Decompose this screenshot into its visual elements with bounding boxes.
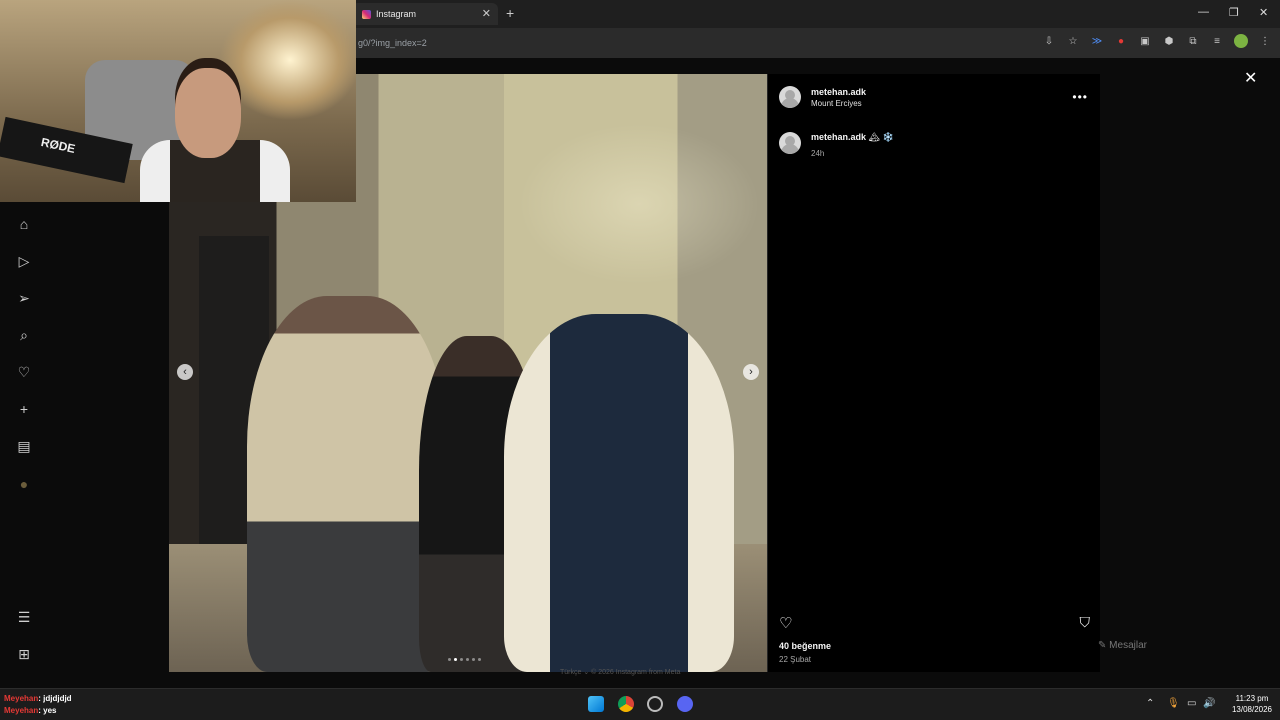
media-control-icon[interactable]: ≡	[1210, 34, 1224, 48]
like-heart-icon[interactable]: ♡	[779, 614, 792, 632]
extension-shield-icon[interactable]: ⬢	[1162, 34, 1176, 48]
instagram-favicon-icon	[362, 9, 371, 19]
tab-close-icon[interactable]: ✕	[482, 7, 491, 20]
caption-time: 24h	[811, 149, 825, 158]
carousel-dot	[454, 658, 457, 661]
carousel-dot	[466, 658, 469, 661]
caption-username[interactable]: metehan.adk	[811, 132, 866, 142]
chat-message: Meyehan: jdjdjdjd	[4, 694, 72, 703]
clock-time: 11:23 pm	[1235, 694, 1269, 703]
webcam-streamer-head	[175, 68, 241, 158]
clock-date: 13/08/2026	[1231, 705, 1272, 714]
extension-audio-icon[interactable]: ≫	[1090, 34, 1104, 48]
stream-chat-overlay: Meyehan: jdjdjdjd Meyehan: yes	[4, 693, 72, 717]
caption-text: 🏔 ❄️	[868, 132, 894, 142]
author-username[interactable]: metehan.adk	[811, 87, 866, 97]
reels-icon[interactable]: ▷	[16, 253, 32, 269]
chrome-icon[interactable]	[618, 696, 634, 712]
carousel-dot	[448, 658, 451, 661]
extensions-puzzle-icon[interactable]: ⧉	[1186, 34, 1200, 48]
next-image-button[interactable]: ›	[743, 364, 759, 380]
window-close-button[interactable]: ✕	[1259, 6, 1268, 19]
windows-taskbar: Meyehan: jdjdjdjd Meyehan: yes ⌃ 🎙 ▭ 🔊 1…	[0, 688, 1280, 720]
toolbar-icons: ⇩ ☆ ≫ ● ▣ ⬢ ⧉ ≡ ⋮	[1042, 34, 1272, 48]
extension-red-icon[interactable]: ●	[1114, 34, 1128, 48]
extension-window-icon[interactable]: ▣	[1138, 34, 1152, 48]
home-icon[interactable]: ⌂	[16, 216, 32, 232]
save-bookmark-icon[interactable]: ⛉	[1080, 614, 1091, 631]
page-footer: Türkçe ⌄ © 2026 Instagram from Meta	[560, 669, 681, 676]
bookmark-star-icon[interactable]: ☆	[1066, 34, 1080, 48]
new-tab-button[interactable]: +	[506, 5, 514, 21]
previous-image-button[interactable]: ‹	[177, 364, 193, 380]
system-clock[interactable]: 11:23 pm 13/08/2026	[1232, 693, 1272, 715]
post-side-panel: metehan.adk Mount Erciyes ••• metehan.ad…	[767, 74, 1100, 672]
minimize-button[interactable]: —	[1198, 6, 1209, 18]
post-location[interactable]: Mount Erciyes	[811, 99, 866, 108]
chat-message: Meyehan: yes	[4, 706, 57, 715]
create-icon[interactable]: +	[16, 401, 32, 417]
microphone-icon[interactable]: 🎙	[1167, 698, 1180, 709]
close-modal-button[interactable]: ✕	[1244, 68, 1257, 88]
direct-icon[interactable]: ➢	[16, 290, 32, 306]
post-caption: metehan.adk 🏔 ❄️ 24h	[779, 132, 894, 158]
carousel-dot	[472, 658, 475, 661]
tray-chevron-icon[interactable]: ⌃	[1146, 698, 1154, 709]
carousel-dot	[460, 658, 463, 661]
post-date: 22 Şubat	[779, 655, 812, 664]
install-app-icon[interactable]: ⇩	[1042, 34, 1056, 48]
webcam-overlay: RØDE	[0, 0, 356, 202]
more-options-button[interactable]: •••	[1072, 90, 1088, 104]
profile-avatar-icon[interactable]	[1234, 34, 1248, 48]
tab-instagram[interactable]: Instagram ✕	[352, 3, 498, 25]
author-avatar[interactable]	[779, 86, 801, 108]
obs-icon[interactable]	[647, 696, 663, 712]
address-bar[interactable]: g0/?img_index=2	[358, 33, 1008, 53]
browser-menu-icon[interactable]: ⋮	[1258, 34, 1272, 48]
menu-icon[interactable]: ☰	[16, 609, 32, 625]
search-icon[interactable]: ⌕	[16, 327, 32, 343]
volume-icon[interactable]: 🔊	[1203, 698, 1215, 709]
discord-icon[interactable]	[677, 696, 693, 712]
post-header: metehan.adk Mount Erciyes	[779, 86, 866, 108]
profile-icon[interactable]: ●	[16, 476, 32, 492]
caption-avatar[interactable]	[779, 132, 801, 154]
start-windows-icon[interactable]	[588, 696, 604, 712]
photo-person-right	[504, 314, 734, 672]
likes-count[interactable]: 40 beğenme	[779, 641, 831, 651]
messages-button[interactable]: ✎ Mesajlar	[1098, 640, 1147, 651]
carousel-dot	[478, 658, 481, 661]
carousel-indicator	[448, 658, 481, 661]
tab-title: Instagram	[376, 9, 417, 19]
more-icon[interactable]: ⊞	[16, 646, 32, 662]
messages-label: Mesajlar	[1109, 640, 1147, 651]
dashboard-icon[interactable]: ▤	[16, 438, 32, 454]
network-icon[interactable]: ▭	[1187, 698, 1196, 709]
restore-button[interactable]: ❐	[1229, 6, 1239, 19]
photo-person-left	[247, 296, 447, 672]
notifications-icon[interactable]: ♡	[16, 364, 32, 380]
